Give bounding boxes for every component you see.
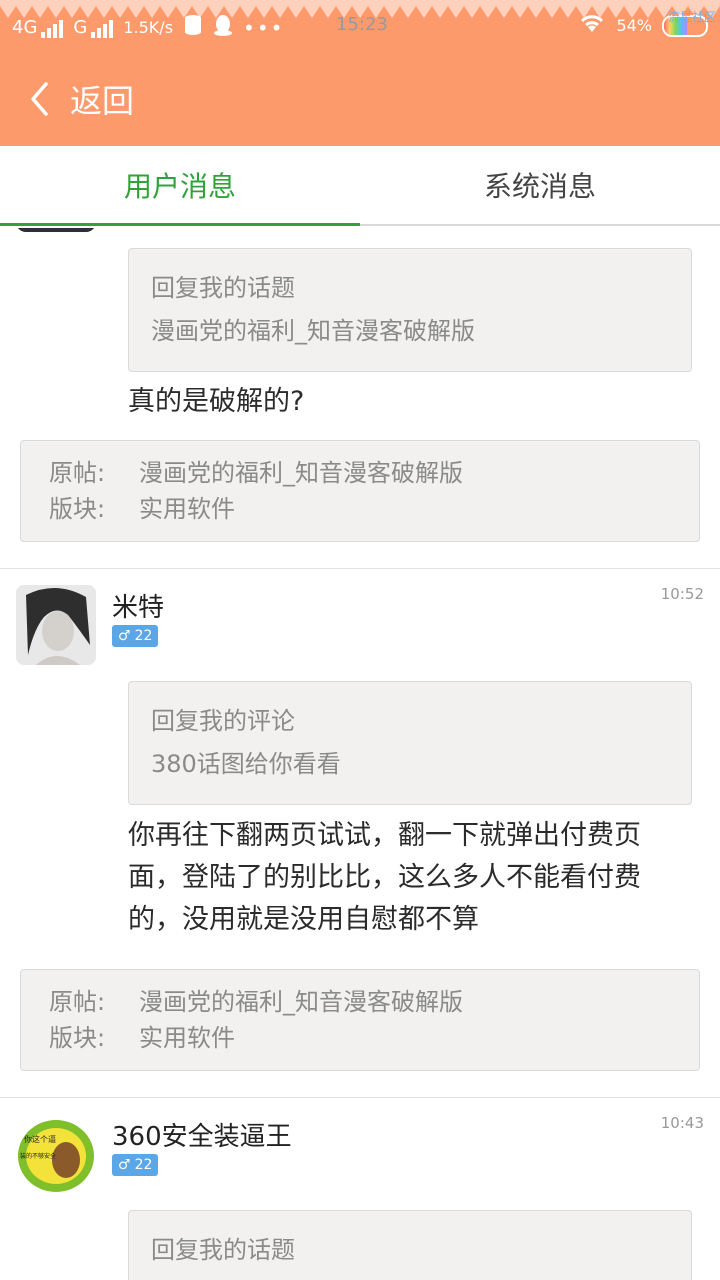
header: 返回 bbox=[0, 62, 720, 136]
board-value: 实用软件 bbox=[139, 495, 235, 523]
timestamp: 10:52 bbox=[660, 585, 704, 603]
quote-box[interactable]: 回复我的话题 bbox=[128, 1210, 692, 1280]
username[interactable]: 360安全装逼王 bbox=[112, 1116, 292, 1153]
battery-percent: 54% bbox=[616, 16, 652, 35]
message-item: 米特 ♂ 22 10:52 回复我的评论 380话图给你看看 你再往下翻两页试试… bbox=[0, 569, 720, 1098]
origin-post-box[interactable]: 原帖: 漫画党的福利_知音漫客破解版 版块: 实用软件 bbox=[20, 969, 700, 1071]
tab-bar: 用户消息 系统消息 bbox=[0, 146, 720, 226]
message-item: 你这个逼 装的不够安全 360安全装逼王 ♂ 22 10:43 回复我的话题 bbox=[0, 1098, 720, 1280]
signal-bars-icon bbox=[41, 18, 64, 38]
origin-post-box[interactable]: 原帖: 漫画党的福利_知音漫客破解版 版块: 实用软件 bbox=[20, 440, 700, 542]
message-list[interactable]: 回复我的话题 漫画党的福利_知音漫客破解版 真的是破解的? 原帖: 漫画党的福利_… bbox=[0, 228, 720, 1280]
svg-text:你这个逼: 你这个逼 bbox=[24, 1134, 56, 1144]
board-label: 版块: bbox=[49, 1024, 106, 1052]
avatar[interactable] bbox=[16, 228, 96, 232]
chevron-left-icon bbox=[28, 81, 50, 117]
quote-title: 回复我的评论 bbox=[151, 707, 295, 735]
signal-4g: 4G bbox=[12, 17, 64, 38]
top-bar: 4G G 1.5K/s ••• 15:23 54% 流星社区 返回 bbox=[0, 0, 720, 146]
more-dots-icon: ••• bbox=[243, 15, 285, 40]
tab-system-messages[interactable]: 系统消息 bbox=[360, 146, 720, 224]
status-bar: 4G G 1.5K/s ••• 15:23 54% 流星社区 bbox=[0, 8, 720, 42]
male-icon: ♂ bbox=[118, 1157, 131, 1173]
net-speed: 1.5K/s bbox=[123, 18, 174, 37]
board-label: 版块: bbox=[49, 495, 106, 523]
message-item: 回复我的话题 漫画党的福利_知音漫客破解版 真的是破解的? 原帖: 漫画党的福利_… bbox=[0, 228, 720, 569]
watermark: 流星社区 bbox=[667, 10, 716, 24]
origin-label: 原帖: bbox=[49, 988, 106, 1016]
database-icon bbox=[183, 14, 203, 41]
username[interactable]: 米特 bbox=[112, 587, 164, 624]
board-value: 实用软件 bbox=[139, 1024, 235, 1052]
tab-user-messages[interactable]: 用户消息 bbox=[0, 146, 360, 226]
reply-text: 真的是破解的? bbox=[128, 386, 305, 417]
avatar[interactable] bbox=[16, 585, 96, 665]
avatar[interactable]: 你这个逼 装的不够安全 bbox=[16, 1114, 96, 1194]
gender-age-badge: ♂ 22 bbox=[112, 625, 159, 647]
back-button[interactable]: 返回 bbox=[28, 74, 134, 124]
male-icon: ♂ bbox=[118, 628, 131, 644]
origin-value: 漫画党的福利_知音漫客破解版 bbox=[139, 988, 463, 1016]
qq-penguin-icon bbox=[213, 14, 233, 41]
quote-box[interactable]: 回复我的话题 漫画党的福利_知音漫客破解版 bbox=[128, 248, 692, 372]
quote-text: 漫画党的福利_知音漫客破解版 bbox=[151, 317, 475, 345]
quote-title: 回复我的话题 bbox=[151, 1236, 295, 1264]
signal-bars-icon bbox=[91, 18, 114, 38]
back-label: 返回 bbox=[70, 82, 135, 120]
quote-box[interactable]: 回复我的评论 380话图给你看看 bbox=[128, 681, 692, 805]
svg-text:装的不够安全: 装的不够安全 bbox=[20, 1152, 56, 1160]
quote-title: 回复我的话题 bbox=[151, 274, 295, 302]
timestamp: 10:43 bbox=[660, 1114, 704, 1132]
origin-value: 漫画党的福利_知音漫客破解版 bbox=[139, 459, 463, 487]
signal-g: G bbox=[73, 17, 114, 38]
origin-label: 原帖: bbox=[49, 459, 106, 487]
quote-text: 380话图给你看看 bbox=[151, 750, 341, 778]
reply-text: 你再往下翻两页试试，翻一下就弹出付费页面，登陆了的别比比，这么多人不能看付费的，… bbox=[128, 820, 641, 935]
wifi-icon bbox=[578, 12, 606, 39]
gender-age-badge: ♂ 22 bbox=[112, 1154, 159, 1176]
